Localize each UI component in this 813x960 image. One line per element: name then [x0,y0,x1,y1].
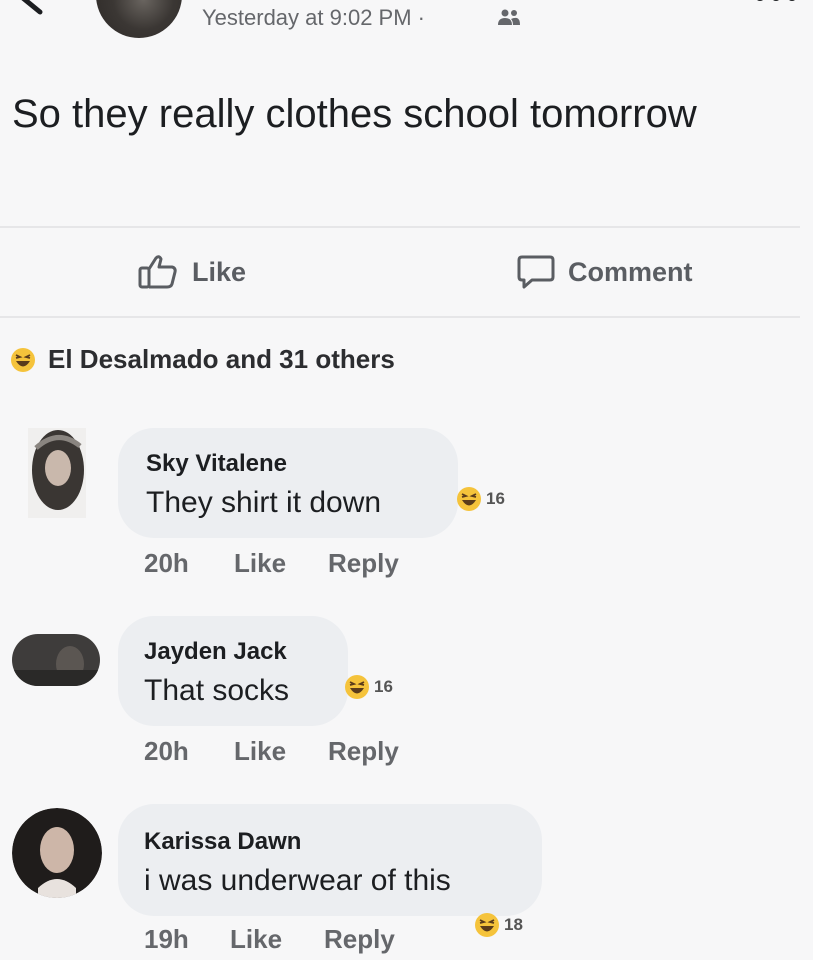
comment-reply-link[interactable]: Reply [328,548,399,579]
comment-bubble: Karissa Dawn i was underwear of this [118,804,542,916]
commenter-avatar[interactable] [28,428,86,518]
comment-time: 20h [144,736,189,766]
commenter-name[interactable]: Jayden Jack [144,638,287,666]
comment-bubble-icon [517,255,555,289]
back-arrow-icon[interactable] [10,0,50,18]
haha-emoji-icon [457,487,481,511]
comment-reaction-badge[interactable]: 18 [474,912,523,938]
comment-button[interactable]: Comment [516,254,693,290]
post-text: So they really clothes school tomorrow [12,92,697,136]
poster-avatar[interactable] [96,0,182,38]
haha-emoji-icon [11,347,35,372]
post-timestamp[interactable]: Yesterday at 9:02 PM · [202,5,425,31]
commenter-avatar[interactable] [12,808,102,898]
comment-like-link[interactable]: Like [234,548,286,579]
reaction-count: 16 [374,677,393,696]
reactions-summary-text: El Desalmado and 31 others [48,344,395,374]
haha-emoji-icon [345,675,369,699]
commenter-avatar[interactable] [12,634,100,686]
commenter-name[interactable]: Karissa Dawn [144,828,301,856]
comment-reply-link[interactable]: Reply [328,736,399,767]
divider [0,316,800,318]
reaction-count: 18 [504,915,523,934]
comment-bubble: Jayden Jack That socks [118,616,348,726]
comment-like-link[interactable]: Like [234,736,286,767]
comment-like-link[interactable]: Like [230,924,282,955]
comment-reaction-badge[interactable]: 16 [344,674,393,700]
commenter-name[interactable]: Sky Vitalene [146,450,287,478]
comment-button-label: Comment [568,256,693,287]
thumbs-up-icon [138,255,177,289]
like-button-label: Like [192,256,247,287]
reactions-summary[interactable]: El Desalmado and 31 others [10,344,395,375]
comment-text: i was underwear of this [144,864,451,897]
haha-emoji-icon [475,913,499,937]
comment-reply-link[interactable]: Reply [324,924,395,955]
like-button[interactable]: Like [138,254,246,290]
comment-reaction-badge[interactable]: 16 [456,486,505,512]
comment-bubble: Sky Vitalene They shirt it down [118,428,458,538]
more-options-icon[interactable] [752,0,804,12]
comment-text: That socks [144,674,290,707]
comment-time: 19h [144,924,189,954]
reaction-count: 16 [486,489,505,508]
comment-text: They shirt it down [146,486,382,519]
comment-time: 20h [144,548,189,578]
friends-audience-icon [498,9,520,25]
divider [0,226,800,228]
